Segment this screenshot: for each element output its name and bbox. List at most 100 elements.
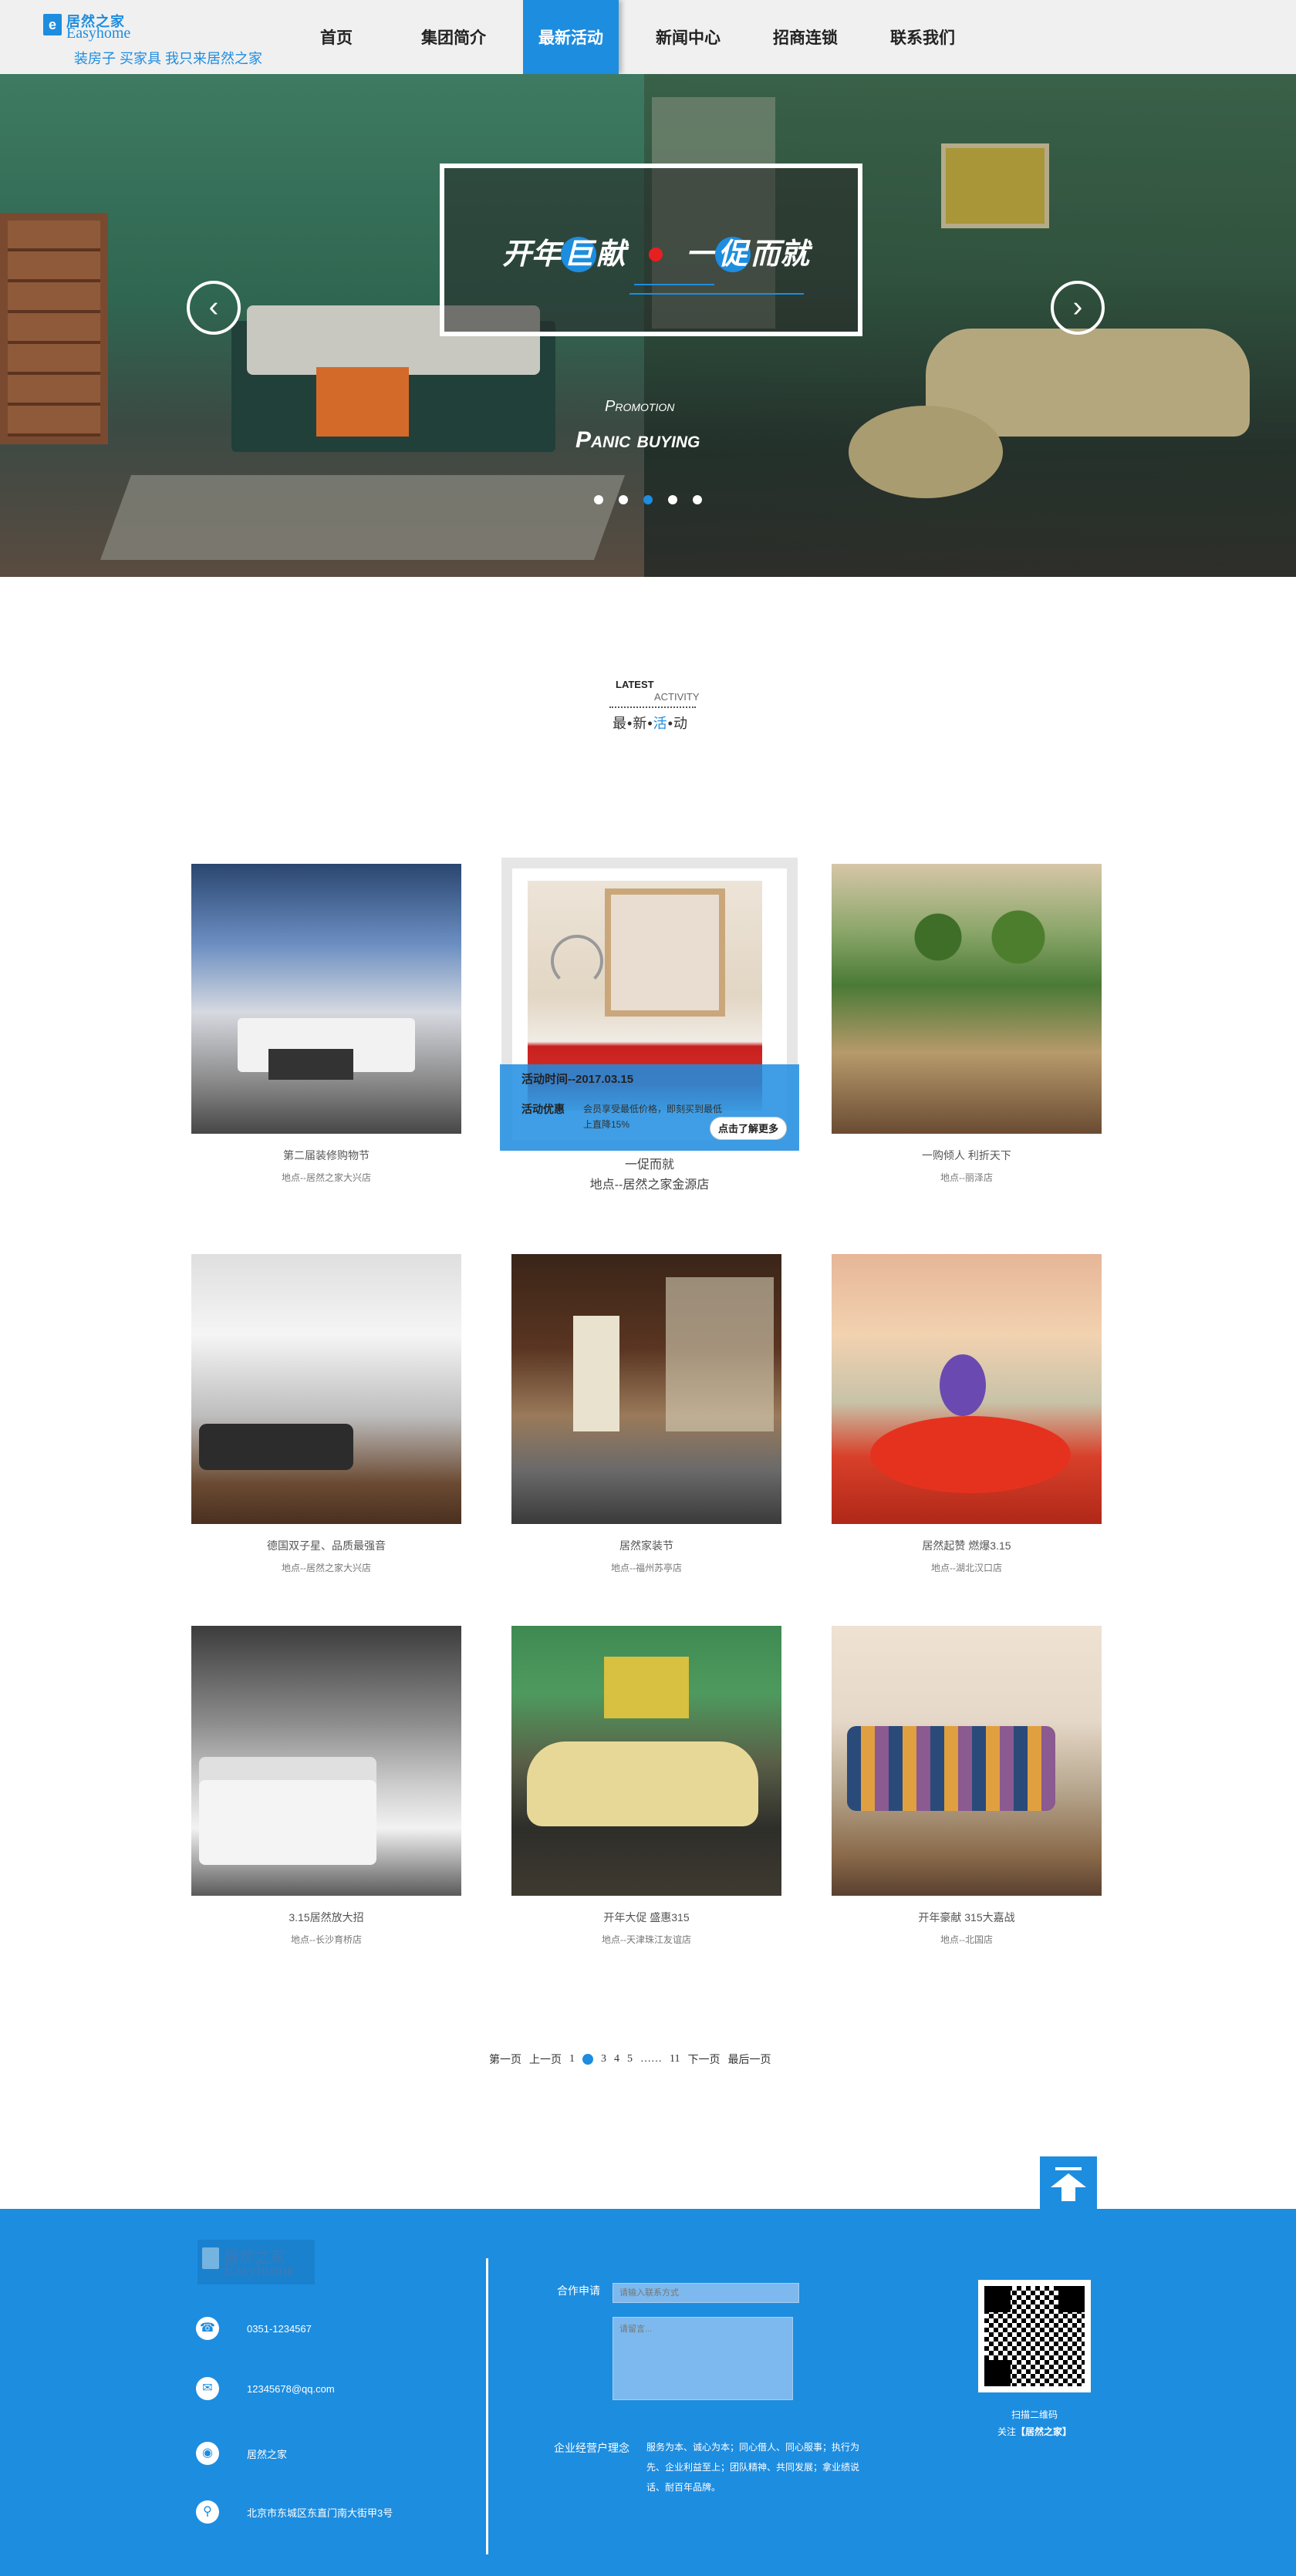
back-to-top-button[interactable]: [1040, 2156, 1097, 2210]
page-3[interactable]: 3: [601, 2053, 606, 2065]
footer-phone-text[interactable]: 0351-1234567: [247, 2323, 312, 2335]
card-image[interactable]: [511, 1626, 781, 1896]
carousel-dot[interactable]: [668, 495, 677, 504]
activity-card[interactable]: 第二届装修购物节 地点--居然之家大兴店: [191, 864, 461, 1184]
chevron-right-icon[interactable]: ›: [1051, 281, 1105, 335]
promo-box: 开年巨献 一促而就: [440, 164, 862, 336]
card-image[interactable]: [511, 1254, 781, 1524]
page-4[interactable]: 4: [614, 2053, 619, 2065]
card-location: 地点--长沙育桥店: [291, 1934, 362, 1945]
page-5[interactable]: 5: [627, 2053, 633, 2065]
card-caption[interactable]: 3.15居然放大招: [191, 1910, 461, 1925]
carousel-dot[interactable]: [693, 495, 702, 504]
activity-card[interactable]: 德国双子星、品质最强音 地点--居然之家大兴店: [191, 1254, 461, 1574]
page-prev[interactable]: 上一页: [529, 2052, 562, 2067]
title-sep: •: [667, 716, 673, 731]
activity-card[interactable]: 居然家装节 地点--福州苏亭店: [511, 1254, 781, 1574]
main-nav: 首页 集团简介 最新活动 新闻中心 招商连锁 联系我们: [278, 0, 981, 74]
promo-title-part: 献: [596, 238, 626, 271]
featured-desc: 会员享受最低价格，即刻买到最低上直降15%: [583, 1104, 723, 1130]
page-first[interactable]: 第一页: [489, 2052, 521, 2067]
qr-code-image: [984, 2286, 1085, 2386]
footer-logo[interactable]: 居然之家 Easyhome: [197, 2240, 315, 2284]
card-caption[interactable]: 第二届装修购物节: [191, 1148, 461, 1163]
message-textarea[interactable]: [613, 2317, 793, 2400]
promo-red-dot: [649, 247, 663, 261]
card-image[interactable]: [832, 864, 1102, 1134]
page-next[interactable]: 下一页: [687, 2052, 720, 2067]
location-icon: ⚲: [196, 2500, 219, 2524]
activity-card[interactable]: 居然起赞 燃爆3.15 地点--湖北汉口店: [832, 1254, 1102, 1574]
learn-more-button[interactable]: 点击了解更多: [710, 1117, 787, 1140]
nav-contact[interactable]: 联系我们: [864, 0, 981, 74]
card-location: 地点--福州苏亭店: [611, 1563, 682, 1573]
logo-mark-icon: e: [43, 14, 62, 35]
featured-overlay: 活动时间--2017.03.15 活动优惠 会员享受最低价格，即刻买到最低上直降…: [500, 1064, 799, 1151]
weibo-icon: ◉: [196, 2442, 219, 2465]
footer-address-text: 北京市东城区东直门南大街甲3号: [247, 2507, 393, 2519]
promo-title-part: 一: [686, 238, 716, 271]
nav-home[interactable]: 首页: [278, 0, 395, 74]
card-caption[interactable]: 开年豪献 315大嘉战: [832, 1910, 1102, 1925]
promo-title: 开年巨献 一促而就: [444, 230, 867, 272]
page-current-indicator[interactable]: [582, 2054, 593, 2065]
promo-main-text: Panic buying: [575, 427, 700, 453]
card-image[interactable]: [191, 1254, 461, 1524]
card-caption[interactable]: 德国双子星、品质最强音: [191, 1538, 461, 1553]
qr-code: [978, 2280, 1091, 2392]
card-image[interactable]: [191, 864, 461, 1134]
promo-underline: [629, 293, 804, 295]
activity-card[interactable]: 3.15居然放大招 地点--长沙育桥店: [191, 1626, 461, 1946]
promo-subtitle: Promotion: [605, 398, 675, 415]
mail-icon: ✉: [196, 2377, 219, 2400]
qr-follow-text: 关注: [997, 2426, 1016, 2437]
footer-divider: [486, 2258, 488, 2554]
nav-latest-activity[interactable]: 最新活动: [523, 0, 619, 74]
activity-card[interactable]: 一购倾人 利折天下 地点--丽泽店: [832, 864, 1102, 1184]
activity-card[interactable]: 开年大促 盛惠315 地点--天津珠江友谊店: [511, 1626, 781, 1946]
footer-weibo-text[interactable]: 居然之家: [247, 2446, 287, 2461]
page-1[interactable]: 1: [569, 2053, 575, 2065]
chevron-left-icon[interactable]: ‹: [187, 281, 241, 335]
logo[interactable]: e 居然之家 Easyhome 装房子 买家具 我只来居然之家: [40, 8, 287, 69]
arrow-up-icon: [1055, 2167, 1082, 2170]
carousel-dot-active[interactable]: [643, 495, 653, 504]
page-ellipsis: ……: [640, 2053, 662, 2065]
section-title-latest: LATEST: [616, 679, 654, 690]
nav-group-intro[interactable]: 集团简介: [395, 0, 512, 74]
arrow-up-icon-stem: [1061, 2187, 1075, 2201]
phone-icon: ☎: [196, 2317, 219, 2340]
carousel-dots: [594, 495, 702, 504]
banner-blanket: [316, 367, 409, 437]
card-location: 地点--居然之家金源店: [589, 1178, 710, 1192]
page-11[interactable]: 11: [670, 2053, 680, 2065]
footer-email-text[interactable]: 12345678@qq.com: [247, 2383, 335, 2395]
card-caption[interactable]: 居然起赞 燃爆3.15: [832, 1538, 1102, 1553]
promo-title-part: 开年: [501, 238, 561, 271]
carousel-dot[interactable]: [619, 495, 628, 504]
carousel-dot[interactable]: [594, 495, 603, 504]
contact-input[interactable]: [613, 2283, 799, 2303]
activity-card[interactable]: 开年豪献 315大嘉战 地点--北国店: [832, 1626, 1102, 1946]
nav-franchise[interactable]: 招商连锁: [747, 0, 864, 74]
qr-caption: 扫描二维码: [1011, 2409, 1058, 2420]
coop-label: 合作申请: [557, 2284, 600, 2297]
featured-time: 活动时间--2017.03.15: [521, 1073, 634, 1086]
banner-rug: [100, 475, 626, 560]
footer-logo-en: Easyhome: [224, 2260, 295, 2279]
card-location: 地点--天津珠江友谊店: [602, 1934, 691, 1945]
title-char-highlight: 活: [653, 716, 668, 731]
card-caption[interactable]: 居然家装节: [511, 1538, 781, 1553]
title-char: 新: [633, 716, 648, 731]
card-image[interactable]: [191, 1626, 461, 1896]
arrow-up-icon-head: [1051, 2173, 1086, 2187]
card-image[interactable]: [832, 1254, 1102, 1524]
card-image[interactable]: [832, 1626, 1102, 1896]
page-last[interactable]: 最后一页: [727, 2052, 771, 2067]
card-caption[interactable]: 一购倾人 利折天下: [832, 1148, 1102, 1163]
card-caption[interactable]: 一促而就: [501, 1154, 798, 1172]
card-caption[interactable]: 开年大促 盛惠315: [511, 1910, 781, 1925]
section-title: LATEST ACTIVITY 最•新•活•动: [609, 679, 717, 740]
nav-news[interactable]: 新闻中心: [629, 0, 747, 74]
footer-address: ⚲ 北京市东城区东直门南大街甲3号: [196, 2500, 393, 2524]
